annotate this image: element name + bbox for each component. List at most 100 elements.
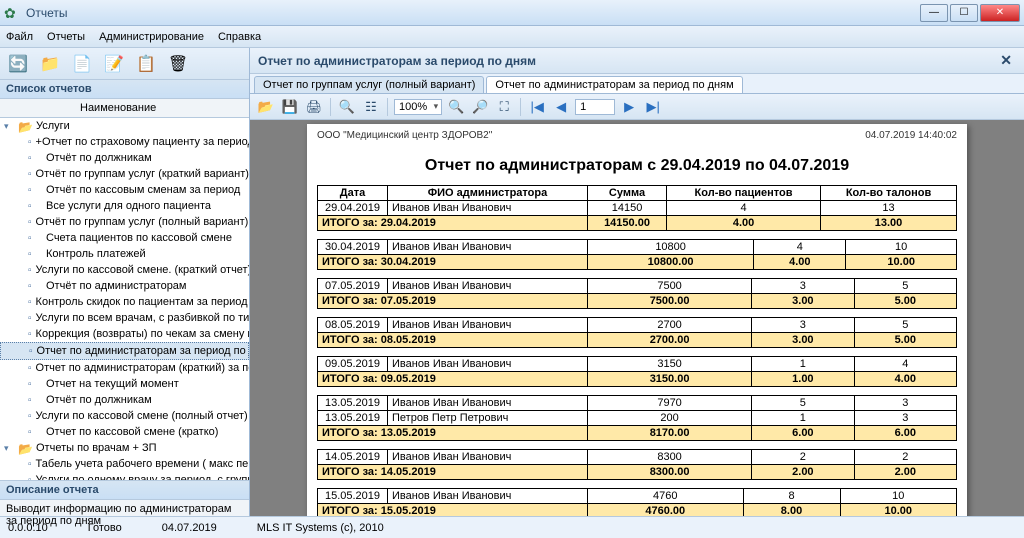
menu-reports[interactable]: Отчеты xyxy=(47,31,85,43)
tree-label: Все услуги для одного пациента xyxy=(46,199,211,213)
tree-item[interactable]: ▫Услуги по кассовой смене (полный отчет) xyxy=(0,408,249,424)
tree-label: Коррекция (возвраты) по чекам за смену п… xyxy=(36,327,249,341)
tree-item[interactable]: ▫Услуги по кассовой смене. (краткий отче… xyxy=(0,262,249,278)
zoom-in-icon[interactable]: 🔎 xyxy=(470,97,490,117)
maximize-button[interactable]: ☐ xyxy=(950,4,978,22)
delete-button[interactable]: 🗑 xyxy=(164,51,192,77)
report-tree[interactable]: ▾📂Услуги▫+Отчет по страховому пациенту з… xyxy=(0,118,249,480)
tree-label: Отчёт по должникам xyxy=(46,151,152,165)
report-tab[interactable]: Отчет по группам услуг (полный вариант) xyxy=(254,76,484,93)
tree-label: Счета пациентов по кассовой смене xyxy=(46,231,232,245)
tree-item[interactable]: ▫Отчёт по группам услуг (краткий вариант… xyxy=(0,166,249,182)
tree-item[interactable]: ▫Коррекция (возвраты) по чекам за смену … xyxy=(0,326,249,342)
expand-icon[interactable]: ▾ xyxy=(4,119,14,133)
app-icon: ✿ xyxy=(4,5,20,21)
edit-button[interactable]: 📝 xyxy=(100,51,128,77)
total-row: ИТОГО за: 14.05.20198300.002.002.00 xyxy=(318,465,957,480)
add-folder-button[interactable]: 📁 xyxy=(36,51,64,77)
menu-help[interactable]: Справка xyxy=(218,31,261,43)
tree-item[interactable]: ▫Табель учета рабочего времени ( макс пе… xyxy=(0,456,249,472)
th-sum: Сумма xyxy=(588,186,667,201)
refresh-button[interactable]: 🔄 xyxy=(4,51,32,77)
window-title: Отчеты xyxy=(26,6,918,20)
report-subtable: 14.05.2019Иванов Иван Иванович830022ИТОГ… xyxy=(317,449,957,480)
close-button[interactable]: ✕ xyxy=(980,4,1020,22)
tree-item[interactable]: ▫Отчёт по должникам xyxy=(0,392,249,408)
status-date: 04.07.2019 xyxy=(162,522,217,534)
tree-item[interactable]: ▫+Отчет по страховому пациенту за период xyxy=(0,134,249,150)
status-bar: 0.0.0.10 Готово 04.07.2019 MLS IT System… xyxy=(0,516,1024,538)
tree-item[interactable]: ▫ Отчет на текущий момент xyxy=(0,376,249,392)
status-copyright: MLS IT Systems (c), 2010 xyxy=(257,522,384,534)
print-icon[interactable]: 🖨 xyxy=(304,97,324,117)
menu-file[interactable]: Файл xyxy=(6,31,33,43)
open-icon[interactable]: 📂 xyxy=(256,97,276,117)
table-row: 30.04.2019Иванов Иван Иванович10800410 xyxy=(318,240,957,255)
doc-icon: ▫ xyxy=(28,248,42,260)
menu-admin[interactable]: Администрирование xyxy=(99,31,204,43)
total-row: ИТОГО за: 15.05.20194760.008.0010.00 xyxy=(318,504,957,517)
last-page-icon[interactable]: ▶| xyxy=(643,97,663,117)
total-row: ИТОГО за: 13.05.20198170.006.006.00 xyxy=(318,426,957,441)
report-subtable: 15.05.2019Иванов Иван Иванович4760810ИТО… xyxy=(317,488,957,516)
tree-label: Отчёт по администраторам xyxy=(46,279,187,293)
tree-folder[interactable]: ▾📂Отчеты по врачам + ЗП xyxy=(0,440,249,456)
tree-label: Отчёт по кассовым сменам за период xyxy=(46,183,240,197)
report-close-icon[interactable]: ✕ xyxy=(996,52,1016,69)
add-report-button[interactable]: 📄 xyxy=(68,51,96,77)
zoom-out-icon[interactable]: 🔍 xyxy=(446,97,466,117)
copy-button[interactable]: 📋 xyxy=(132,51,160,77)
tree-item[interactable]: ▫Услуги по всем врачам, с разбивкой по т… xyxy=(0,310,249,326)
find-icon[interactable]: 🔍 xyxy=(337,97,357,117)
table-row: 08.05.2019Иванов Иван Иванович270035 xyxy=(318,318,957,333)
tree-item[interactable]: ▫Контроль скидок по пациентам за период xyxy=(0,294,249,310)
tree-item[interactable]: ▫Отчёт по группам услуг (полный вариант)… xyxy=(0,214,249,230)
tree-icon[interactable]: ☷ xyxy=(361,97,381,117)
titlebar: ✿ Отчеты — ☐ ✕ xyxy=(0,0,1024,26)
tree-item[interactable]: ▫ Отчёт по администраторам xyxy=(0,278,249,294)
total-row: ИТОГО за: 07.05.20197500.003.005.00 xyxy=(318,294,957,309)
tree-item[interactable]: ▫Отчет по администраторам за период по д… xyxy=(0,342,249,360)
first-page-icon[interactable]: |◀ xyxy=(527,97,547,117)
doc-icon: ▫ xyxy=(28,152,42,164)
tree-item[interactable]: ▫Услуги по одному врачу за период, с гру… xyxy=(0,472,249,480)
expand-icon[interactable]: ▾ xyxy=(4,441,14,455)
tree-label: Отчёт по должникам xyxy=(46,393,152,407)
table-row: 14.05.2019Иванов Иван Иванович830022 xyxy=(318,450,957,465)
minimize-button[interactable]: — xyxy=(920,4,948,22)
doc-icon: ▫ xyxy=(28,184,42,196)
report-pane: Отчет по администраторам за период по дн… xyxy=(250,48,1024,516)
report-viewer[interactable]: ООО "Медицинский центр ЗДОРОВ2" 04.07.20… xyxy=(250,120,1024,516)
save-icon[interactable]: 💾 xyxy=(280,97,300,117)
tree-label: Услуги по всем врачам, с разбивкой по ти… xyxy=(36,311,249,325)
prev-page-icon[interactable]: ◀ xyxy=(551,97,571,117)
tree-item[interactable]: ▫ Отчёт по должникам xyxy=(0,150,249,166)
doc-icon: ▫ xyxy=(28,280,42,292)
tree-label: Отчет на текущий момент xyxy=(46,377,179,391)
tree-item[interactable]: ▫ Все услуги для одного пациента xyxy=(0,198,249,214)
doc-icon: ▫ xyxy=(28,426,42,438)
report-subtable: 08.05.2019Иванов Иван Иванович270035ИТОГ… xyxy=(317,317,957,348)
tree-item[interactable]: ▫Отчет по администраторам (краткий) за п… xyxy=(0,360,249,376)
tree-item[interactable]: ▫Счета пациентов по кассовой смене xyxy=(0,230,249,246)
tree-item[interactable]: ▫Отчет по кассовой смене (кратко) xyxy=(0,424,249,440)
tree-label: Отчёт по группам услуг (краткий вариант) xyxy=(36,167,249,181)
report-title-bar: Отчет по администраторам за период по дн… xyxy=(250,48,1024,74)
page-input[interactable]: 1 xyxy=(575,99,615,115)
next-page-icon[interactable]: ▶ xyxy=(619,97,639,117)
tree-item[interactable]: ▫Контроль платежей xyxy=(0,246,249,262)
report-title: Отчет по администраторам за период по дн… xyxy=(258,54,536,68)
doc-icon: ▫ xyxy=(28,378,42,390)
tree-item[interactable]: ▫ Отчёт по кассовым сменам за период xyxy=(0,182,249,198)
table-row: 29.04.2019Иванов Иван Иванович14150413 xyxy=(318,201,957,216)
table-row: 09.05.2019Иванов Иван Иванович315014 xyxy=(318,357,957,372)
panel-title: Список отчетов xyxy=(0,80,249,99)
report-subtable: 30.04.2019Иванов Иван Иванович10800410ИТ… xyxy=(317,239,957,270)
fit-icon[interactable]: ⛶ xyxy=(494,97,514,117)
report-tab[interactable]: Отчет по администраторам за период по дн… xyxy=(486,76,742,93)
tree-label: Услуги по одному врачу за период, с груп… xyxy=(36,473,249,480)
doc-icon: ▫ xyxy=(28,264,32,276)
doc-icon: ▫ xyxy=(28,200,42,212)
tree-folder[interactable]: ▾📂Услуги xyxy=(0,118,249,134)
zoom-select[interactable]: 100% xyxy=(394,99,442,115)
